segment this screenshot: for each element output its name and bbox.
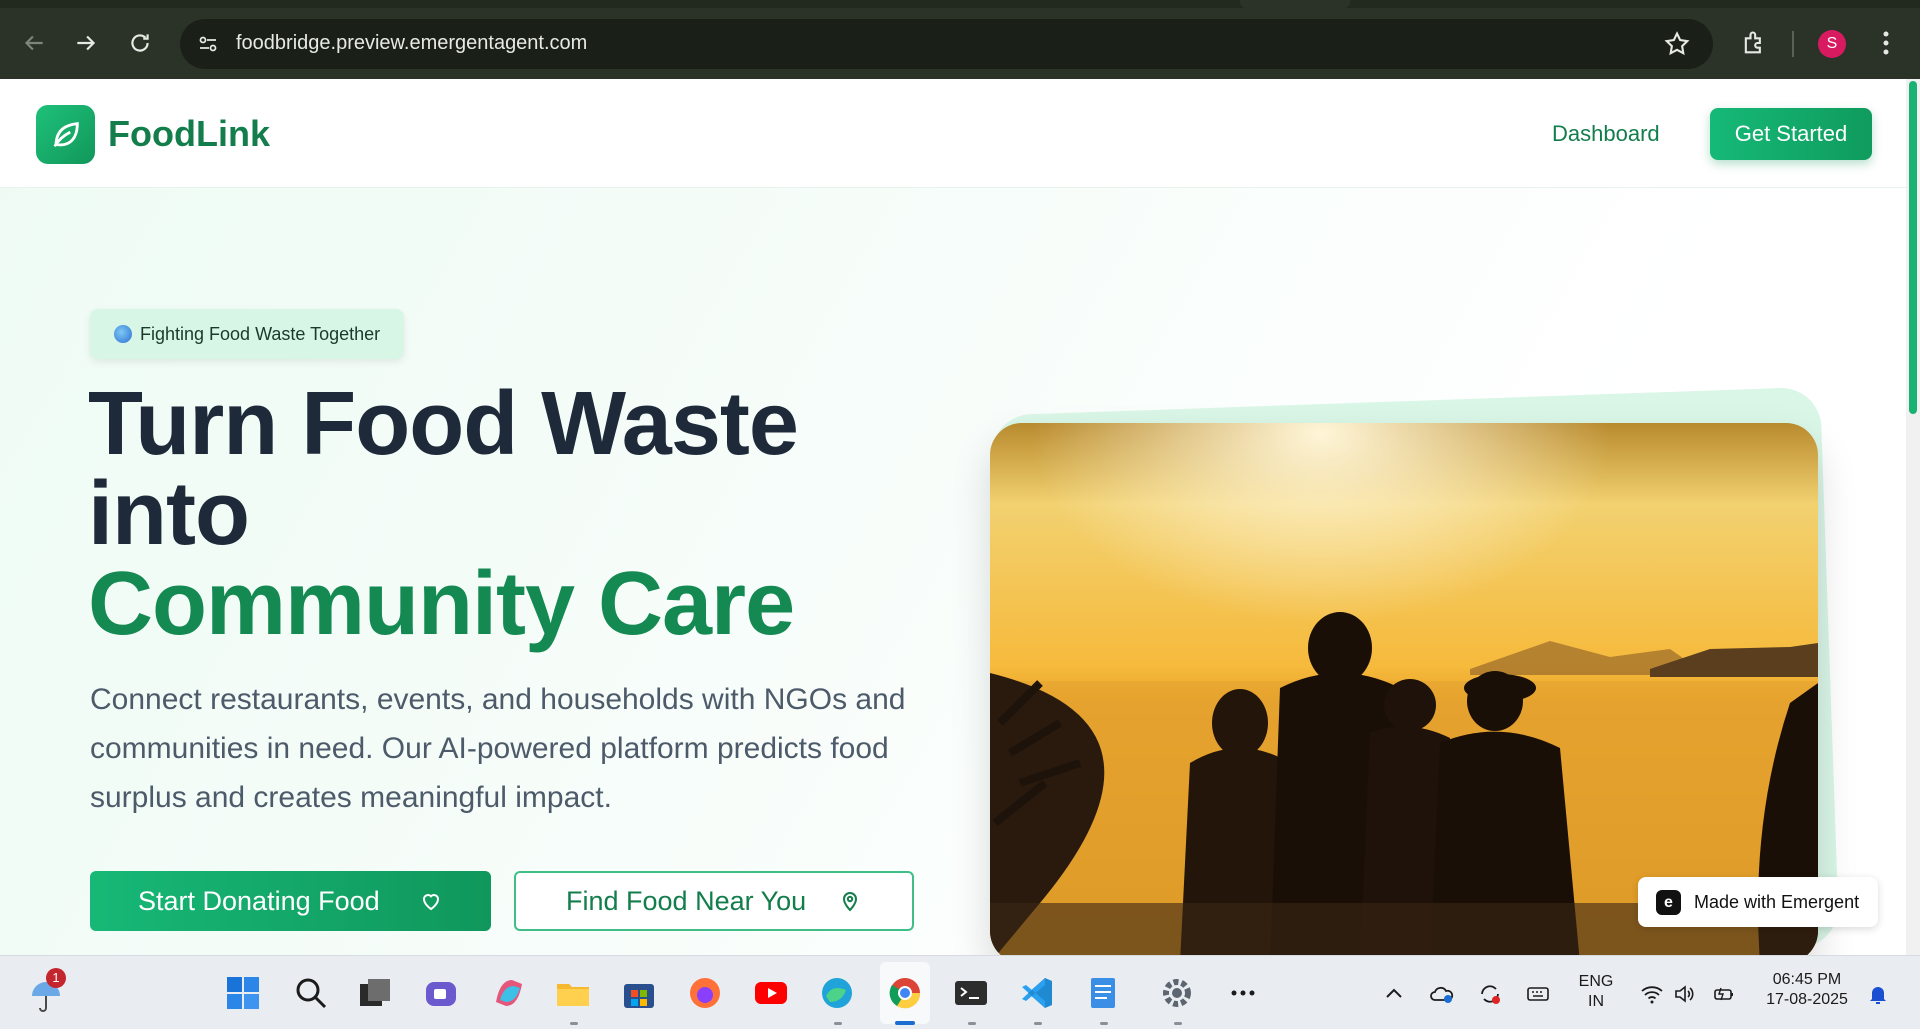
clock-date: 17-08-2025: [1766, 991, 1848, 1008]
edge-icon[interactable]: [818, 974, 856, 1012]
youtube-icon[interactable]: [752, 974, 790, 1012]
region-code: IN: [1588, 993, 1604, 1010]
url-text[interactable]: foodbridge.preview.emergentagent.com: [236, 32, 587, 55]
leaf-icon: [53, 122, 79, 148]
nav-dashboard-link[interactable]: Dashboard: [1552, 121, 1660, 147]
sunset-people-illustration: [990, 423, 1818, 955]
chevron-up-icon[interactable]: [1382, 982, 1406, 1006]
language-code: ENG: [1578, 973, 1614, 990]
vscode-running-dot: [1034, 1022, 1042, 1025]
clock-time: 06:45 PM: [1772, 971, 1842, 988]
site-header: FoodLink Dashboard Get Started: [0, 79, 1920, 188]
terminal-running-dot: [968, 1022, 976, 1025]
headline-line-2: into: [88, 464, 250, 564]
hero-headline: Turn Food Waste into Community Care: [88, 374, 799, 654]
sync-recording-icon[interactable]: [1478, 982, 1502, 1006]
brand-name[interactable]: FoodLink: [108, 113, 270, 155]
wifi-icon[interactable]: [1640, 982, 1664, 1006]
explorer-running-dot: [570, 1022, 578, 1025]
tagline-text: Fighting Food Waste Together: [140, 324, 381, 344]
forward-button[interactable]: [70, 27, 102, 59]
find-food-button[interactable]: Find Food Near You: [514, 871, 914, 931]
windows-taskbar: 1 ENG IN 06:45 PM 17-08-2025: [0, 955, 1920, 1029]
back-button[interactable]: [18, 27, 50, 59]
edge-running-dot: [834, 1022, 842, 1025]
arrow-left-icon: [24, 35, 43, 51]
landing-page: FoodLink Dashboard Get Started Fighting …: [0, 79, 1920, 955]
settings-running-dot: [1174, 1022, 1182, 1025]
volume-icon[interactable]: [1672, 982, 1696, 1006]
get-started-button[interactable]: Get Started: [1710, 108, 1872, 160]
file-explorer-icon[interactable]: [554, 974, 592, 1012]
hero-subtitle: Connect restaurants, events, and househo…: [90, 683, 906, 814]
clock[interactable]: 06:45 PM 17-08-2025: [1752, 970, 1862, 1010]
arrow-right-icon: [77, 35, 96, 51]
notification-count-badge: 1: [46, 968, 66, 988]
keyboard-icon[interactable]: [1526, 982, 1550, 1006]
terminal-icon[interactable]: [952, 974, 990, 1012]
start-donating-button[interactable]: Start Donating Food: [90, 871, 491, 931]
notepad-icon[interactable]: [1084, 974, 1122, 1012]
bookmark-star-icon[interactable]: [1663, 30, 1691, 58]
more-apps-icon[interactable]: [1224, 974, 1262, 1012]
map-pin-icon: [842, 892, 858, 912]
task-view-icon[interactable]: [356, 974, 394, 1012]
reload-button[interactable]: [124, 27, 156, 59]
notification-bell-icon[interactable]: [1866, 982, 1890, 1006]
address-bar[interactable]: foodbridge.preview.emergentagent.com: [180, 19, 1713, 69]
page-scrollbar[interactable]: [1906, 79, 1920, 955]
notepad-running-dot: [1100, 1022, 1108, 1025]
battery-icon[interactable]: [1712, 982, 1736, 1006]
search-icon[interactable]: [292, 974, 330, 1012]
tagline-badge: Fighting Food Waste Together: [90, 309, 405, 359]
firefox-icon[interactable]: [686, 974, 724, 1012]
copilot-icon[interactable]: [490, 974, 528, 1012]
microsoft-store-icon[interactable]: [620, 974, 658, 1012]
profile-avatar[interactable]: S: [1818, 30, 1846, 58]
onedrive-icon[interactable]: [1430, 982, 1454, 1006]
reload-icon: [131, 34, 149, 52]
heart-icon: [422, 894, 440, 911]
headline-line-3: Community Care: [88, 554, 795, 654]
scrollbar-thumb[interactable]: [1909, 81, 1917, 414]
hero-image: [990, 423, 1818, 955]
extensions-icon[interactable]: [1740, 29, 1768, 57]
teams-meet-icon[interactable]: [422, 974, 460, 1012]
site-settings-icon[interactable]: [196, 32, 220, 56]
made-with-emergent-badge[interactable]: e Made with Emergent: [1638, 877, 1878, 927]
settings-gear-icon[interactable]: [1158, 974, 1196, 1012]
chrome-active-indicator: [895, 1021, 915, 1025]
badge-label: Made with Emergent: [1694, 892, 1860, 912]
windows-start-icon[interactable]: [224, 974, 262, 1012]
start-donating-label: Start Donating Food: [138, 886, 380, 916]
browser-toolbar: foodbridge.preview.emergentagent.com S: [0, 0, 1920, 79]
toolbar-divider: [1792, 31, 1794, 57]
logo[interactable]: [36, 105, 95, 164]
find-food-label: Find Food Near You: [566, 886, 807, 916]
headline-line-1: Turn Food Waste: [88, 374, 799, 474]
chrome-icon[interactable]: [886, 974, 924, 1012]
globe-icon: [114, 325, 132, 343]
emergent-logo-icon: e: [1656, 890, 1681, 915]
language-indicator[interactable]: ENG IN: [1574, 972, 1618, 1012]
active-tab-edge: [1240, 0, 1350, 8]
more-menu-icon[interactable]: [1876, 28, 1896, 58]
vscode-icon[interactable]: [1018, 974, 1056, 1012]
tab-strip: [0, 0, 1920, 8]
